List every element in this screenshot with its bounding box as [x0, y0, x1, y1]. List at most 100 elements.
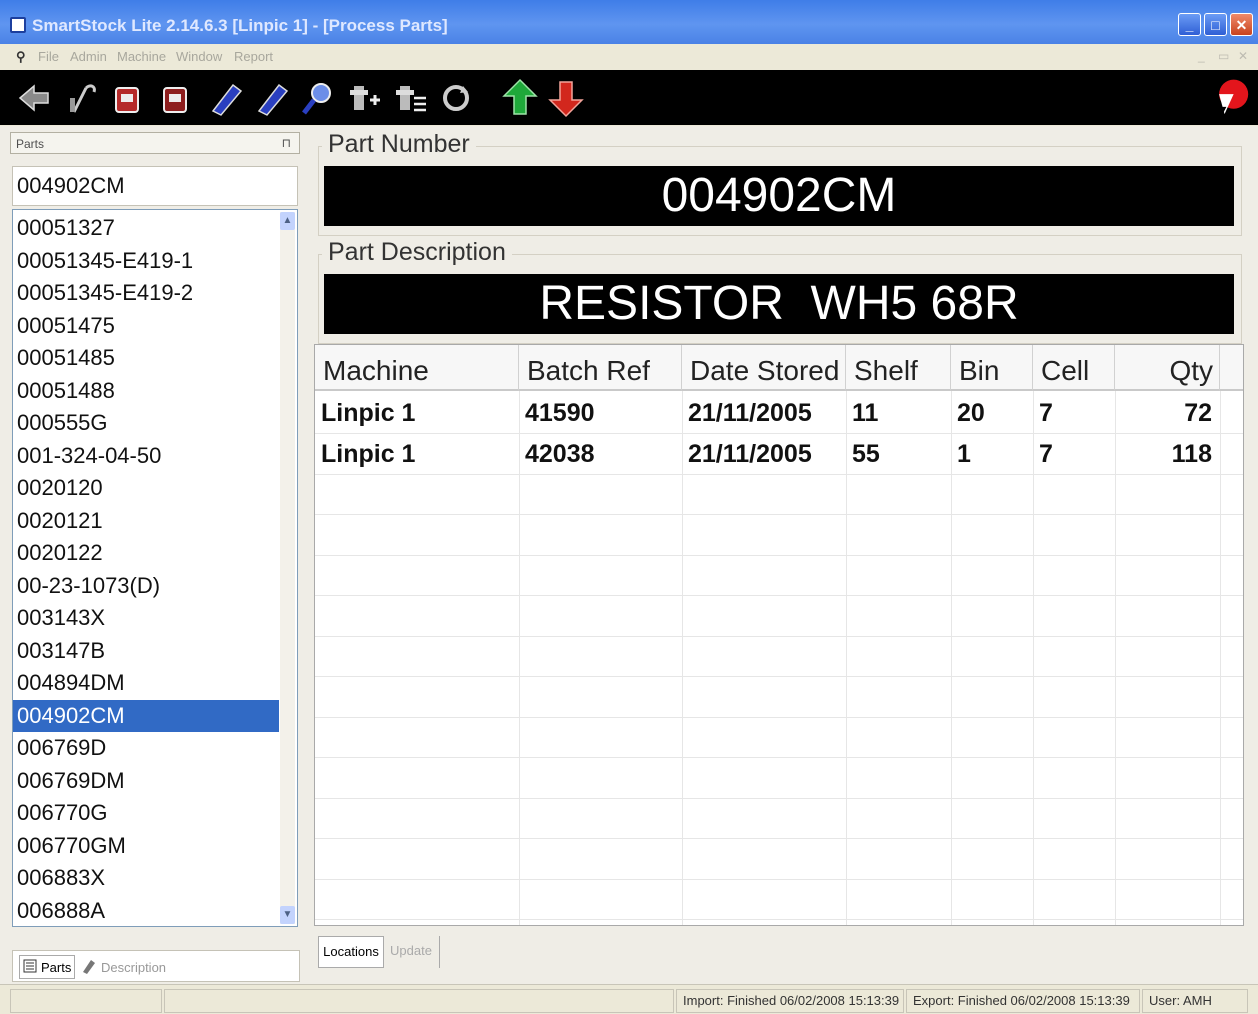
part-list-item[interactable]: 00051345-E419-2: [13, 277, 279, 309]
column-header-qty[interactable]: Qty: [1115, 345, 1220, 391]
part-list-item[interactable]: 0020122: [13, 537, 279, 569]
part-list-item[interactable]: 004894DM: [13, 667, 279, 699]
grid-row-divider: [315, 676, 1243, 677]
menu-report[interactable]: Report: [234, 49, 273, 64]
menu-bar: ⚲ File Admin Machine Window Report _ ▭ ✕: [0, 44, 1258, 70]
part-list-item[interactable]: 006883X: [13, 862, 279, 894]
status-bar: Import: Finished 06/02/2008 15:13:39 Exp…: [0, 984, 1258, 1014]
part-list-item[interactable]: 006770GM: [13, 830, 279, 862]
part-list-item[interactable]: 003143X: [13, 602, 279, 634]
close-button[interactable]: ✕: [1230, 13, 1253, 36]
import-up-arrow-icon[interactable]: [500, 78, 540, 118]
part-list-item[interactable]: 004902CM: [13, 699, 279, 732]
search-icon[interactable]: [298, 78, 338, 118]
column-header-cell[interactable]: Cell: [1033, 345, 1115, 391]
cell-cell[interactable]: 7: [1033, 434, 1115, 474]
detail-tabs: Locations Update: [318, 936, 458, 968]
part-list-item[interactable]: 006888A: [13, 895, 279, 927]
locations-grid[interactable]: Machine Batch Ref Date Stored Shelf Bin …: [314, 344, 1244, 926]
part-list-item[interactable]: 006770G: [13, 797, 279, 829]
cell-date-stored[interactable]: 21/11/2005: [682, 434, 846, 474]
left-panel-tabs: Parts Description: [12, 950, 300, 982]
back-icon[interactable]: [14, 78, 54, 118]
column-header-shelf[interactable]: Shelf: [846, 345, 951, 391]
mdi-minimize-icon[interactable]: _: [1198, 49, 1205, 63]
part-list-item[interactable]: 00051485: [13, 342, 279, 374]
mdi-restore-icon[interactable]: ▭: [1218, 49, 1229, 63]
column-header-bin[interactable]: Bin: [951, 345, 1033, 391]
pin-icon[interactable]: ⊓: [282, 136, 291, 150]
refresh-icon[interactable]: [436, 78, 476, 118]
tab-update[interactable]: Update: [390, 936, 440, 968]
user-status: User: AMH: [1142, 989, 1248, 1013]
status-pane-empty-1: [10, 989, 162, 1013]
grid-row-divider: [315, 595, 1243, 596]
part-list-item[interactable]: 00-23-1073(D): [13, 570, 279, 602]
export-status: Export: Finished 06/02/2008 15:13:39: [906, 989, 1140, 1013]
tools-icon[interactable]: [62, 78, 102, 118]
tab-parts[interactable]: Parts: [19, 955, 76, 979]
cell-shelf[interactable]: 11: [846, 393, 951, 433]
part-list-item[interactable]: 00051488: [13, 375, 279, 407]
edit-blue-icon[interactable]: [206, 78, 246, 118]
mdi-close-icon[interactable]: ✕: [1238, 49, 1248, 63]
cell-bin[interactable]: 1: [951, 434, 1033, 474]
column-header-machine[interactable]: Machine: [315, 345, 519, 391]
part-list-item[interactable]: 00051345-E419-1: [13, 245, 279, 277]
column-header-date-stored[interactable]: Date Stored: [682, 345, 846, 391]
cell-bin[interactable]: 20: [951, 393, 1033, 433]
menu-machine[interactable]: Machine: [117, 49, 166, 64]
cell-qty[interactable]: 72: [1115, 393, 1220, 433]
cell-batch-ref[interactable]: 42038: [519, 434, 682, 474]
cell-date-stored[interactable]: 21/11/2005: [682, 393, 846, 433]
part-list-item[interactable]: 000555G: [13, 407, 279, 439]
menu-window[interactable]: Window: [176, 49, 222, 64]
menu-file[interactable]: File: [38, 49, 59, 64]
retrieve-part-icon[interactable]: [154, 78, 194, 118]
toolbar: [0, 70, 1258, 125]
grid-row-divider: [315, 554, 1243, 556]
edit-blue-2-icon[interactable]: [252, 78, 292, 118]
mdi-child-icon[interactable]: ⚲: [16, 49, 26, 65]
column-header-batch-ref[interactable]: Batch Ref: [519, 345, 682, 391]
parts-panel-title: Parts: [16, 137, 45, 151]
tab-description[interactable]: Description: [81, 955, 166, 979]
cell-qty[interactable]: 118: [1115, 434, 1220, 474]
tab-locations[interactable]: Locations: [318, 936, 384, 968]
parts-tab-icon: [23, 959, 37, 976]
app-icon[interactable]: [10, 17, 26, 33]
scroll-down-icon[interactable]: ▼: [280, 906, 295, 924]
minimize-button[interactable]: _: [1178, 13, 1201, 36]
grid-row-divider: [315, 878, 1243, 880]
export-down-arrow-icon[interactable]: [546, 78, 586, 118]
part-list-item[interactable]: 006769D: [13, 732, 279, 764]
part-list-item[interactable]: 001-324-04-50: [13, 440, 279, 472]
part-list-item[interactable]: 00051327: [13, 212, 279, 244]
import-status: Import: Finished 06/02/2008 15:13:39: [676, 989, 904, 1013]
part-list-item[interactable]: 0020121: [13, 505, 279, 537]
part-search-input[interactable]: [12, 166, 298, 206]
cell-shelf[interactable]: 55: [846, 434, 951, 474]
part-add-icon[interactable]: [344, 78, 384, 118]
grid-row-divider: [315, 716, 1243, 718]
part-description-label: Part Description: [322, 238, 512, 267]
part-list-item[interactable]: 003147B: [13, 635, 279, 667]
scroll-up-icon[interactable]: ▲: [280, 212, 295, 230]
cell-cell[interactable]: 7: [1033, 393, 1115, 433]
alert-pie-icon[interactable]: [1210, 76, 1250, 116]
store-part-icon[interactable]: [108, 78, 148, 118]
part-list-item[interactable]: 0020120: [13, 472, 279, 504]
parts-list[interactable]: 00051327 00051345-E419-1 00051345-E419-2 00…: [12, 209, 298, 927]
parts-panel-header: Parts ⊓: [10, 132, 300, 154]
part-number-label: Part Number: [322, 130, 476, 159]
menu-admin[interactable]: Admin: [70, 49, 107, 64]
part-list-item[interactable]: 006769DM: [13, 765, 279, 797]
title-bar: SmartStock Lite 2.14.6.3 [Linpic 1] - [P…: [0, 0, 1258, 44]
maximize-button[interactable]: □: [1204, 13, 1227, 36]
cell-machine[interactable]: Linpic 1: [315, 434, 519, 474]
part-list-icon[interactable]: [390, 78, 430, 118]
parts-list-scrollbar[interactable]: ▲ ▼: [280, 212, 295, 924]
part-list-item[interactable]: 00051475: [13, 310, 279, 342]
cell-batch-ref[interactable]: 41590: [519, 393, 682, 433]
cell-machine[interactable]: Linpic 1: [315, 393, 519, 433]
